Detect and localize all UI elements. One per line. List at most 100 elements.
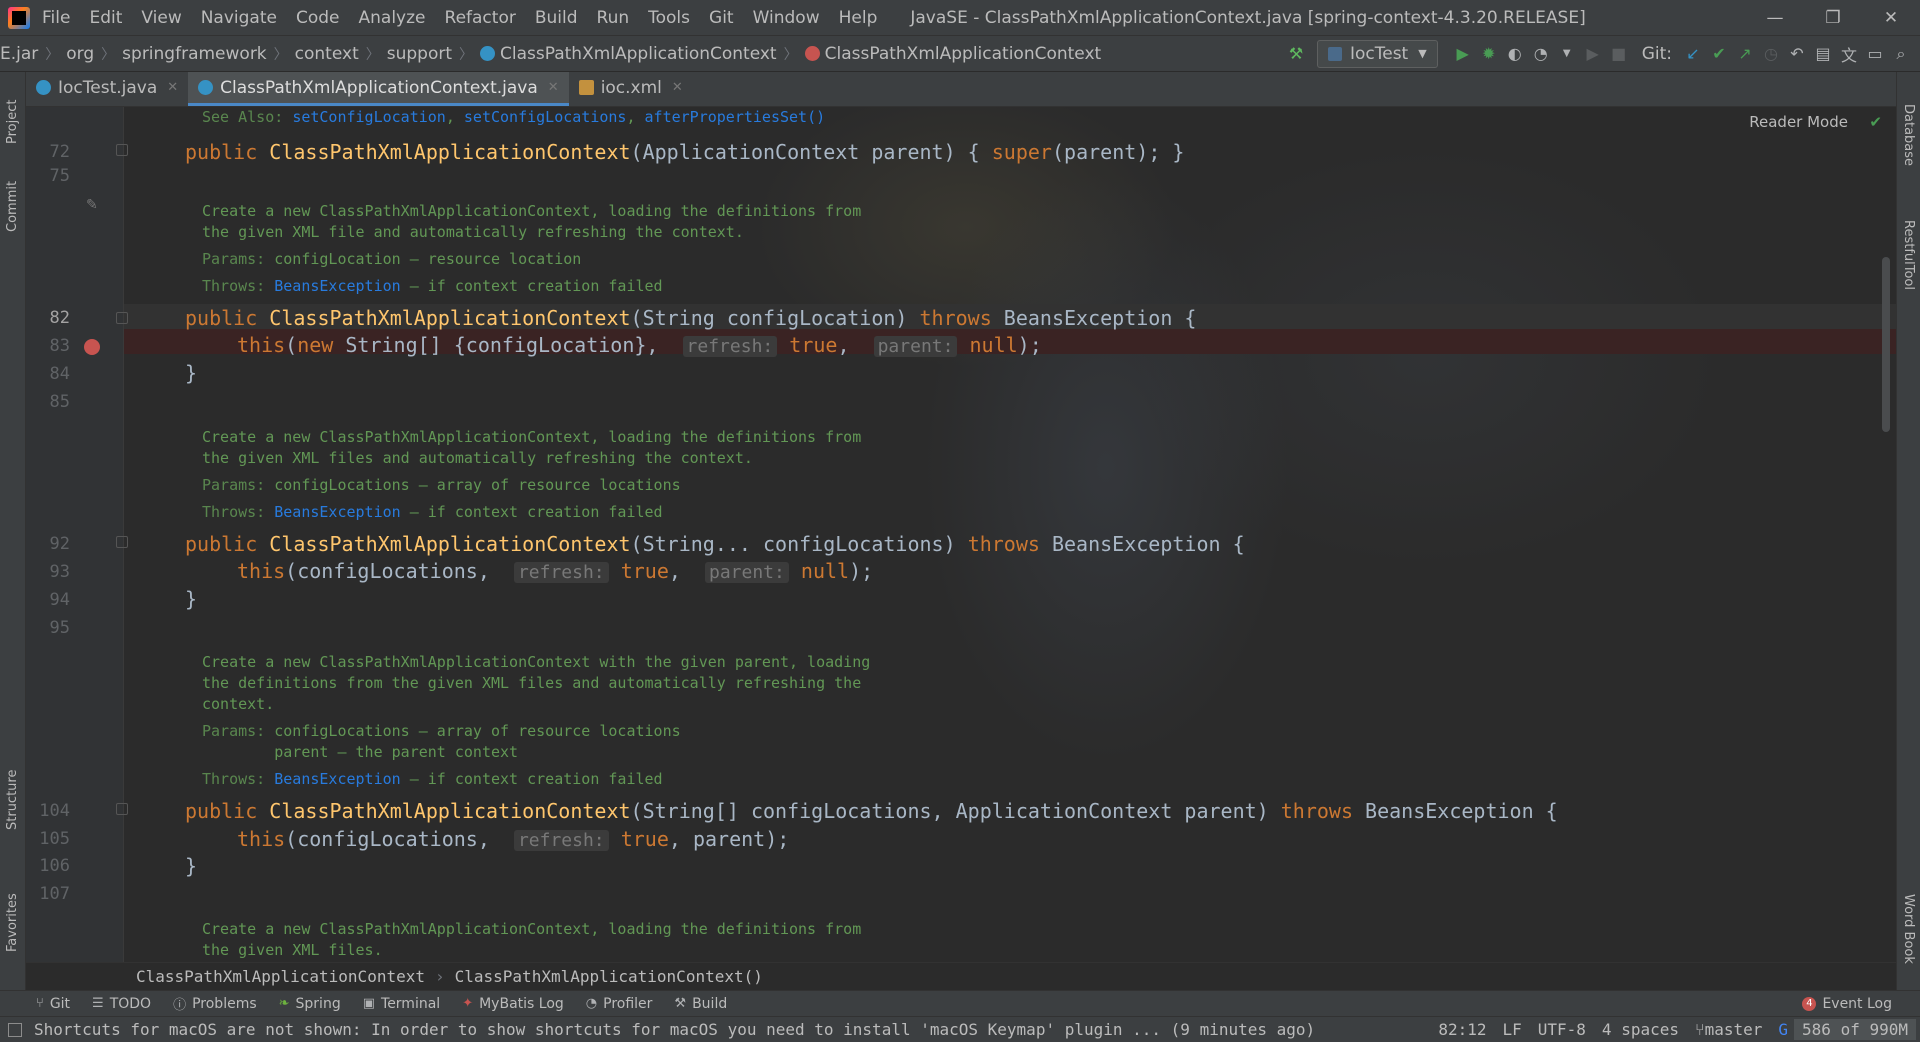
toggle-tool-windows-icon[interactable] <box>8 1022 22 1037</box>
code-line-106: } <box>185 854 198 878</box>
tool-terminal[interactable]: ▣ Terminal <box>363 996 440 1012</box>
file-encoding[interactable]: UTF-8 <box>1538 1020 1586 1039</box>
doc-line: Create a new ClassPathXmlApplicationCont… <box>202 920 862 938</box>
presentation-icon[interactable]: ▭ <box>1862 44 1888 63</box>
translate-icon[interactable]: 文 <box>1836 42 1862 66</box>
tab-classpathxmlapplicationcontext[interactable]: ClassPathXmlApplicationContext.java ✕ <box>188 72 569 106</box>
doc-params: Params: configLocations – array of resou… <box>202 722 681 740</box>
tool-profiler[interactable]: ◔ Profiler <box>586 996 653 1012</box>
close-icon[interactable]: ✕ <box>672 80 683 95</box>
google-icon[interactable]: G <box>1778 1020 1788 1039</box>
tool-spring[interactable]: ❧ Spring <box>279 996 341 1012</box>
fold-icon[interactable] <box>116 803 128 815</box>
menu-help[interactable]: Help <box>839 8 878 28</box>
breakpoint-icon[interactable] <box>84 339 100 355</box>
project-structure-icon[interactable]: ▤ <box>1810 44 1836 63</box>
menu-file[interactable]: File <box>42 8 70 28</box>
run-icon[interactable]: ▶ <box>1450 44 1476 63</box>
code-editor[interactable]: 72 75 82 83 84 85 92 93 94 95 104 105 10… <box>26 107 1896 962</box>
favorites-tool-button[interactable]: Favorites <box>5 893 20 952</box>
resume-icon[interactable]: ▶ <box>1580 44 1606 63</box>
close-button[interactable]: ✕ <box>1862 8 1920 28</box>
tool-git[interactable]: ⑂ Git <box>36 996 70 1012</box>
tab-ioc-xml[interactable]: ioc.xml ✕ <box>569 72 693 106</box>
code-breadcrumb-class[interactable]: ClassPathXmlApplicationContext <box>136 967 425 986</box>
database-tool-button[interactable]: Database <box>1901 104 1916 166</box>
indent-setting[interactable]: 4 spaces <box>1602 1020 1679 1039</box>
git-update-icon[interactable]: ↙ <box>1680 44 1706 63</box>
breadcrumb-method[interactable]: ClassPathXmlApplicationContext <box>804 44 1101 64</box>
menu-edit[interactable]: Edit <box>89 8 122 28</box>
tool-mybatis-log[interactable]: ✦ MyBatis Log <box>462 996 564 1012</box>
tool-build[interactable]: ⚒ Build <box>674 996 727 1012</box>
git-branch[interactable]: ⑂master <box>1695 1020 1762 1039</box>
chevron-right-icon: 〉 <box>783 46 798 63</box>
close-icon[interactable]: ✕ <box>548 80 559 95</box>
project-tool-button[interactable]: Project <box>5 100 20 144</box>
tab-label: ClassPathXmlApplicationContext.java <box>220 77 538 98</box>
coverage-icon[interactable]: ◐ <box>1502 44 1528 63</box>
line-number: 84 <box>49 364 70 384</box>
history-icon[interactable]: ◷ <box>1758 44 1784 63</box>
memory-indicator[interactable]: 586 of 990M <box>1794 1019 1916 1040</box>
menu-analyze[interactable]: Analyze <box>359 8 426 28</box>
junit-icon <box>1327 46 1342 61</box>
breadcrumb-jar[interactable]: E.jar <box>0 44 38 64</box>
commit-tool-button[interactable]: Commit <box>5 181 20 232</box>
restore-button[interactable]: ❐ <box>1804 8 1862 28</box>
structure-tool-button[interactable]: Structure <box>5 770 20 830</box>
word-book-tool-button[interactable]: Word Book <box>1901 894 1916 964</box>
code-breadcrumb-method[interactable]: ClassPathXmlApplicationContext() <box>455 967 763 986</box>
minimize-button[interactable]: — <box>1746 8 1804 28</box>
menu-window[interactable]: Window <box>753 8 820 28</box>
code-line-93: this(configLocations, refresh: true, par… <box>237 559 874 583</box>
fold-icon[interactable] <box>116 312 128 324</box>
line-number: 104 <box>39 801 70 821</box>
hammer-build-icon[interactable]: ⚒ <box>1283 44 1309 63</box>
tool-event-log[interactable]: 4 Event Log <box>1802 996 1892 1012</box>
profile-icon[interactable]: ◔ <box>1528 44 1554 63</box>
restfultool-tool-button[interactable]: RestfulTool <box>1901 220 1916 290</box>
scrollbar-thumb[interactable] <box>1882 257 1890 432</box>
menu-run[interactable]: Run <box>597 8 630 28</box>
line-number: 75 <box>49 166 70 186</box>
menu-git[interactable]: Git <box>709 8 734 28</box>
debug-icon[interactable]: ✹ <box>1476 44 1502 63</box>
chevron-right-icon: 〉 <box>365 46 380 63</box>
right-tool-stripe: Database RestfulTool Word Book <box>1896 72 1920 992</box>
pencil-icon[interactable]: ✎ <box>86 197 98 213</box>
fold-icon[interactable] <box>116 536 128 548</box>
rollback-icon[interactable]: ↶ <box>1784 44 1810 63</box>
tool-todo[interactable]: ☰ TODO <box>92 996 151 1012</box>
tab-ioctest[interactable]: IocTest.java ✕ <box>26 72 188 106</box>
caret-position[interactable]: 82:12 <box>1438 1020 1486 1039</box>
list-icon: ☰ <box>92 996 104 1011</box>
status-message[interactable]: Shortcuts for macOS are not shown: In or… <box>34 1020 1408 1039</box>
git-commit-icon[interactable]: ✔ <box>1706 44 1732 63</box>
fold-icon[interactable] <box>116 144 128 156</box>
menu-view[interactable]: View <box>141 8 181 28</box>
xml-file-icon <box>578 80 594 95</box>
breadcrumb-springframework[interactable]: springframework <box>122 44 266 64</box>
close-icon[interactable]: ✕ <box>167 80 178 95</box>
menu-build[interactable]: Build <box>535 8 578 28</box>
menu-refactor[interactable]: Refactor <box>445 8 516 28</box>
tool-problems[interactable]: ⓘ Problems <box>173 994 257 1014</box>
menu-navigate[interactable]: Navigate <box>201 8 277 28</box>
breadcrumb-context[interactable]: context <box>295 44 359 64</box>
breadcrumb-org[interactable]: org <box>66 44 94 64</box>
menu-tools[interactable]: Tools <box>648 8 690 28</box>
line-separator[interactable]: LF <box>1502 1020 1521 1039</box>
breadcrumb-support[interactable]: support <box>387 44 452 64</box>
doc-params: parent – the parent context <box>202 743 519 761</box>
code-line-72: public ClassPathXmlApplicationContext(Ap… <box>185 140 1185 164</box>
search-icon[interactable]: ⌕ <box>1888 44 1914 64</box>
git-push-icon[interactable]: ↗ <box>1732 44 1758 63</box>
stop-icon[interactable]: ■ <box>1606 44 1632 63</box>
run-configuration-select[interactable]: IocTest ▼ <box>1316 39 1438 68</box>
breadcrumb-class[interactable]: ClassPathXmlApplicationContext <box>480 44 777 64</box>
chevron-down-icon[interactable]: ▼ <box>1554 48 1580 59</box>
reader-mode-button[interactable]: Reader Mode <box>1749 113 1848 131</box>
menu-code[interactable]: Code <box>296 8 340 28</box>
java-class-icon <box>198 80 214 95</box>
